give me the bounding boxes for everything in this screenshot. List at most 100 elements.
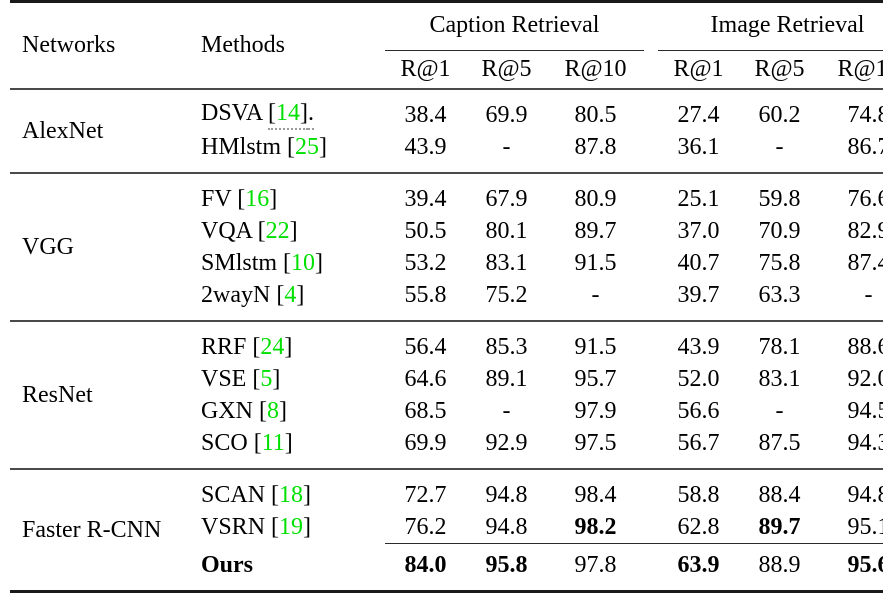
table-row: AlexNetDSVA [14].38.469.980.527.460.274.… xyxy=(10,99,883,131)
citation-number[interactable]: 19 xyxy=(279,514,303,540)
citation-reference[interactable]: [22] xyxy=(258,218,298,244)
method-name: GXN [8] xyxy=(195,395,385,427)
metric-value: 39.4 xyxy=(385,183,466,215)
header-group-image-retrieval: Image Retrieval xyxy=(658,3,883,51)
group-bottom-spacer xyxy=(10,311,883,321)
method-name: Ours xyxy=(195,549,385,581)
header-methods: Methods xyxy=(195,3,385,89)
metric-value: 94.5 xyxy=(820,395,883,427)
header-metric: R@5 xyxy=(739,51,820,89)
citation-reference[interactable]: [5] xyxy=(252,366,280,392)
table-row: VGGFV [16]39.467.980.925.159.876.6 xyxy=(10,183,883,215)
metric-value: 84.0 xyxy=(385,549,466,581)
citation-number[interactable]: 25 xyxy=(295,134,319,160)
column-gap xyxy=(644,247,658,279)
metric-value: 91.5 xyxy=(547,247,644,279)
citation-number[interactable]: 18 xyxy=(279,482,303,508)
citation-reference[interactable]: [24] xyxy=(252,334,292,360)
metric-value: 74.8 xyxy=(820,99,883,131)
metric-value: 50.5 xyxy=(385,215,466,247)
citation-number[interactable]: 16 xyxy=(245,186,269,212)
citation-bracket-close: ] xyxy=(319,134,327,160)
citation-bracket-open: [ xyxy=(283,250,291,276)
header-metric: R@1 xyxy=(385,51,466,89)
method-name: FV [16] xyxy=(195,183,385,215)
metric-value: 52.0 xyxy=(658,363,739,395)
header-metric: R@5 xyxy=(466,51,547,89)
citation-reference[interactable]: [4] xyxy=(276,282,304,308)
metric-value: 87.5 xyxy=(739,427,820,459)
citation-number[interactable]: 22 xyxy=(266,218,290,244)
metric-value: 97.8 xyxy=(547,549,644,581)
citation-bracket-close: ] xyxy=(285,430,293,456)
citation-reference[interactable]: [8] xyxy=(259,398,287,424)
citation-bracket-close: ] xyxy=(296,282,304,308)
metric-value: 80.5 xyxy=(547,99,644,131)
citation-bracket-open: [ xyxy=(258,218,266,244)
citation-reference[interactable]: [10] xyxy=(283,250,323,276)
citation-bracket-open: [ xyxy=(268,100,276,126)
method-label: VSRN xyxy=(201,514,265,540)
metric-value: 67.9 xyxy=(466,183,547,215)
metric-value: 69.9 xyxy=(385,427,466,459)
citation-reference[interactable]: [11] xyxy=(254,430,293,456)
metric-value: 83.1 xyxy=(466,247,547,279)
metric-value: - xyxy=(466,131,547,163)
method-label: SMlstm xyxy=(201,250,277,276)
metric-gap xyxy=(644,51,658,89)
column-gap xyxy=(644,131,658,163)
metric-value: 75.2 xyxy=(466,279,547,311)
metric-value: 94.8 xyxy=(466,479,547,511)
metric-value: 83.1 xyxy=(739,363,820,395)
group-top-spacer xyxy=(10,174,883,183)
citation-reference[interactable]: [25] xyxy=(287,134,327,160)
method-label: HMlstm xyxy=(201,134,281,160)
group-top-spacer xyxy=(10,322,883,331)
citation-bracket-open: [ xyxy=(259,398,267,424)
group-bottom-spacer xyxy=(10,163,883,173)
citation-reference[interactable]: [19] xyxy=(271,514,311,540)
citation-bracket-close: ] xyxy=(284,334,292,360)
metric-value: 55.8 xyxy=(385,279,466,311)
header-metric: R@10 xyxy=(820,51,883,89)
citation-reference[interactable]: [18] xyxy=(271,482,311,508)
citation-number[interactable]: 24 xyxy=(260,334,284,360)
citation-bracket-close: ] xyxy=(315,250,323,276)
results-table-body: NetworksMethodsCaption RetrievalImage Re… xyxy=(10,2,883,593)
citation-number[interactable]: 10 xyxy=(291,250,315,276)
citation-reference[interactable]: [16] xyxy=(237,186,277,212)
citation-reference[interactable]: [14] xyxy=(268,100,308,130)
metric-value: 53.2 xyxy=(385,247,466,279)
metric-value: 86.7 xyxy=(820,131,883,163)
citation-number[interactable]: 14 xyxy=(276,100,300,126)
results-table-container: NetworksMethodsCaption RetrievalImage Re… xyxy=(0,0,883,544)
citation-number[interactable]: 11 xyxy=(262,430,285,456)
metric-value: 85.3 xyxy=(466,331,547,363)
network-name: ResNet xyxy=(10,331,195,459)
method-name: DSVA [14]. xyxy=(195,99,385,131)
citation-bracket-close: ] xyxy=(300,100,308,126)
method-name: HMlstm [25] xyxy=(195,131,385,163)
column-gap xyxy=(644,395,658,427)
method-name: 2wayN [4] xyxy=(195,279,385,311)
citation-number[interactable]: 8 xyxy=(267,398,279,424)
metric-value: 80.9 xyxy=(547,183,644,215)
citation-bracket-open: [ xyxy=(287,134,295,160)
metric-value: 88.4 xyxy=(739,479,820,511)
method-label: VQA xyxy=(201,218,252,244)
metric-value: 95.7 xyxy=(547,363,644,395)
table-row: Faster R-CNNSCAN [18]72.794.898.458.888.… xyxy=(10,479,883,511)
header-networks: Networks xyxy=(10,3,195,89)
citation-number[interactable]: 4 xyxy=(284,282,296,308)
citation-number[interactable]: 5 xyxy=(260,366,272,392)
method-label: DSVA xyxy=(201,100,262,126)
metric-value: 39.7 xyxy=(658,279,739,311)
metric-value: 97.5 xyxy=(547,427,644,459)
metric-value: 75.8 xyxy=(739,247,820,279)
citation-bracket-close: ] xyxy=(269,186,277,212)
metric-value: 80.1 xyxy=(466,215,547,247)
method-label: Ours xyxy=(201,552,253,578)
column-gap xyxy=(644,183,658,215)
metric-value: 25.1 xyxy=(658,183,739,215)
table-row: ResNetRRF [24]56.485.391.543.978.188.6 xyxy=(10,331,883,363)
